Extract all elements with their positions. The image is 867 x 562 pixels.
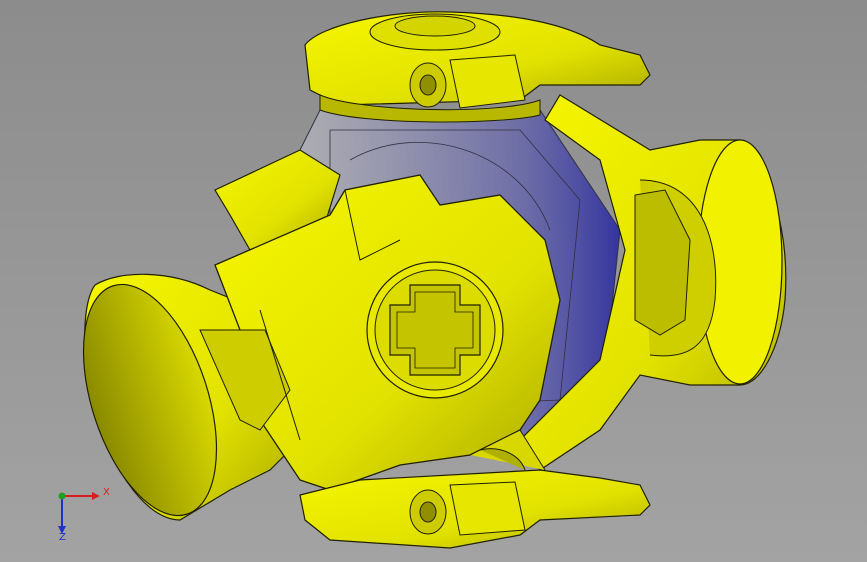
cross-key-hub[interactable] [366, 261, 504, 399]
x-axis-label: X [103, 487, 110, 498]
x-axis-arrow [92, 492, 100, 500]
z-axis-label: Z [59, 532, 66, 542]
orientation-triad: X Z [58, 487, 110, 542]
graphics-viewport[interactable]: X Z [0, 0, 867, 562]
top-bearing-cap[interactable] [304, 11, 651, 123]
universal-joint-model[interactable] [0, 0, 867, 562]
y-axis-dot [58, 492, 66, 500]
